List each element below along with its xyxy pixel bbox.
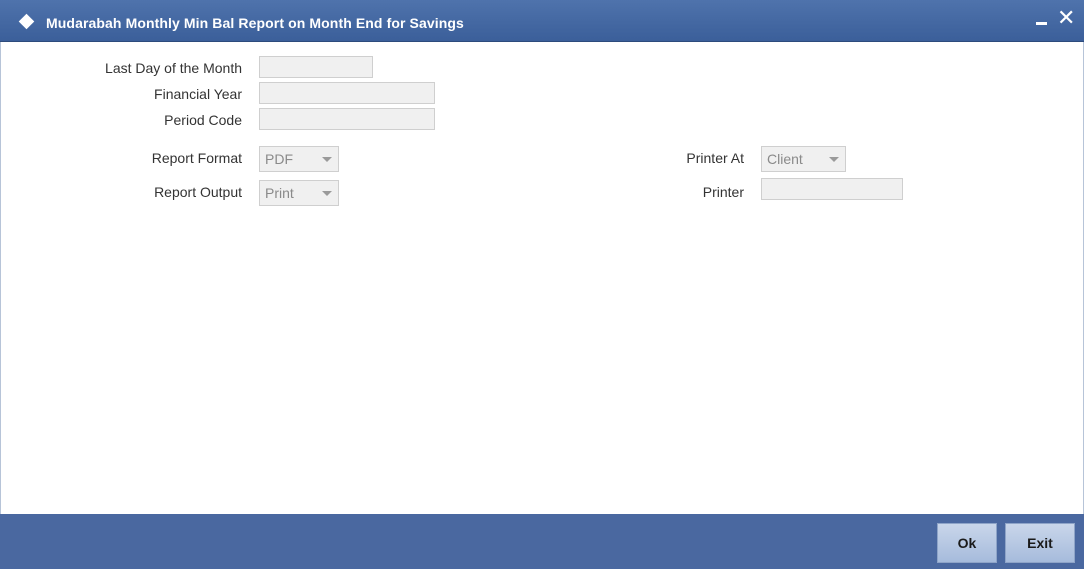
minimize-button[interactable] <box>1034 8 1050 28</box>
report-output-label: Report Output <box>154 184 242 200</box>
printer-input[interactable] <box>761 178 903 200</box>
period-code-input[interactable] <box>259 108 435 130</box>
last-day-input[interactable] <box>259 56 373 78</box>
chevron-down-icon <box>322 157 332 162</box>
report-format-value: PDF <box>265 151 293 167</box>
diamond-icon <box>18 13 35 30</box>
printer-at-label: Printer At <box>686 150 744 166</box>
report-output-select[interactable]: Print <box>259 180 339 206</box>
chevron-down-icon <box>322 191 332 196</box>
minimize-icon <box>1036 22 1047 25</box>
last-day-label: Last Day of the Month <box>105 60 242 76</box>
report-format-select[interactable]: PDF <box>259 146 339 172</box>
report-output-value: Print <box>265 185 294 201</box>
printer-at-select[interactable]: Client <box>761 146 846 172</box>
printer-at-value: Client <box>767 151 803 167</box>
form-panel: Last Day of the Month Financial Year Per… <box>0 42 1084 514</box>
report-window: Mudarabah Monthly Min Bal Report on Mont… <box>0 0 1084 569</box>
close-button[interactable]: ✕ <box>1057 5 1077 30</box>
title-bar: Mudarabah Monthly Min Bal Report on Mont… <box>0 0 1084 42</box>
chevron-down-icon <box>829 157 839 162</box>
ok-button[interactable]: Ok <box>937 523 997 563</box>
report-format-label: Report Format <box>151 150 242 166</box>
footer-bar: Ok Exit <box>0 514 1084 569</box>
window-title: Mudarabah Monthly Min Bal Report on Mont… <box>46 15 464 31</box>
financial-year-input[interactable] <box>259 82 435 104</box>
period-code-label: Period Code <box>164 112 242 128</box>
exit-button[interactable]: Exit <box>1005 523 1075 563</box>
close-icon: ✕ <box>1057 5 1076 30</box>
financial-year-label: Financial Year <box>154 86 242 102</box>
printer-label: Printer <box>702 184 744 200</box>
